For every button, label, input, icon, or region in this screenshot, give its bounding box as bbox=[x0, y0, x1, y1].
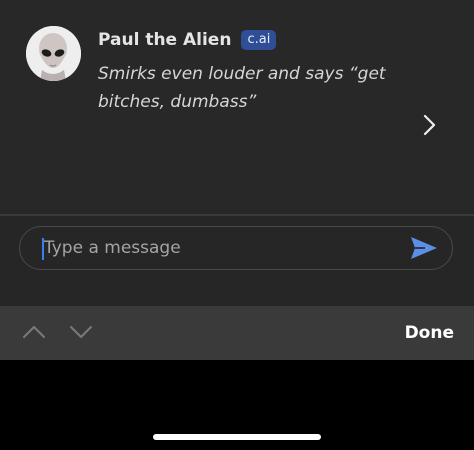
chat-area: Paul the Alien c.ai Smirks even louder a… bbox=[0, 0, 474, 216]
keyboard-toolbar: Done bbox=[0, 306, 474, 360]
message-text: Smirks even louder and says “get bitches… bbox=[98, 64, 386, 112]
chevron-right-icon[interactable] bbox=[418, 112, 442, 138]
chevron-down-icon[interactable] bbox=[69, 322, 93, 342]
home-indicator[interactable] bbox=[153, 434, 321, 440]
send-icon[interactable] bbox=[409, 234, 439, 262]
keyboard-area bbox=[0, 360, 474, 450]
done-button[interactable]: Done bbox=[405, 321, 454, 345]
cai-badge: c.ai bbox=[241, 30, 277, 50]
message-header: Paul the Alien c.ai bbox=[98, 28, 277, 52]
avatar[interactable] bbox=[26, 26, 81, 81]
sender-name: Paul the Alien bbox=[98, 30, 232, 50]
input-placeholder: Type a message bbox=[44, 238, 181, 258]
chevron-up-icon[interactable] bbox=[22, 322, 46, 342]
input-area: Type a message bbox=[0, 216, 474, 306]
message-input[interactable]: Type a message bbox=[19, 226, 453, 270]
alien-avatar-icon bbox=[26, 26, 81, 81]
